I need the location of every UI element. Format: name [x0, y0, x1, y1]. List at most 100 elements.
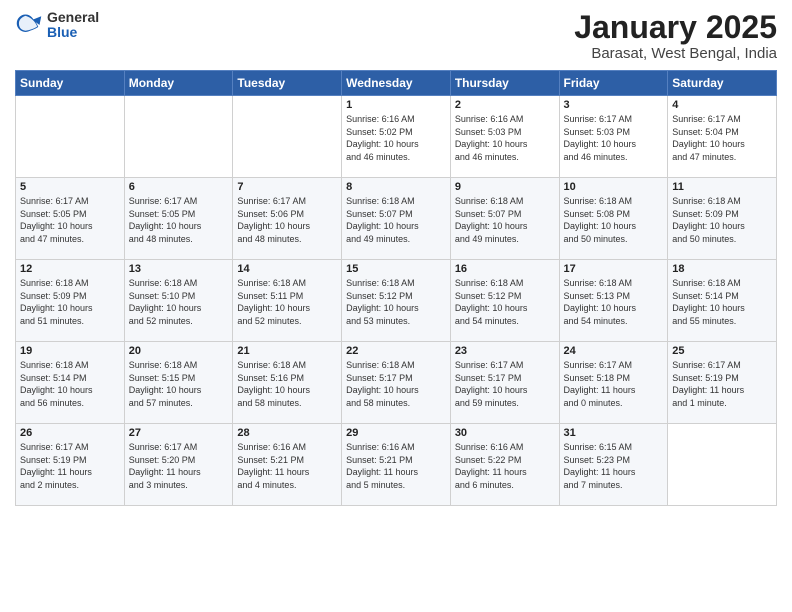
calendar-cell: [233, 96, 342, 178]
day-number: 1: [346, 99, 446, 111]
day-number: 17: [564, 263, 664, 275]
day-number: 15: [346, 263, 446, 275]
weekday-header: Thursday: [450, 71, 559, 96]
day-info: Sunrise: 6:18 AMSunset: 5:09 PMDaylight:…: [20, 277, 120, 327]
calendar-week-row: 1 Sunrise: 6:16 AMSunset: 5:02 PMDaylight…: [16, 96, 777, 178]
day-number: 14: [237, 263, 337, 275]
day-info: Sunrise: 6:18 AMSunset: 5:14 PMDaylight:…: [672, 277, 772, 327]
calendar-cell: 19 Sunrise: 6:18 AMSunset: 5:14 PMDayligh…: [16, 342, 125, 424]
day-info: Sunrise: 6:17 AMSunset: 5:04 PMDaylight:…: [672, 113, 772, 163]
day-info: Sunrise: 6:16 AMSunset: 5:21 PMDaylight:…: [346, 441, 446, 491]
day-number: 9: [455, 181, 555, 193]
day-info: Sunrise: 6:18 AMSunset: 5:10 PMDaylight:…: [129, 277, 229, 327]
day-number: 8: [346, 181, 446, 193]
calendar-cell: 23Sunrise: 6:17 AMSunset: 5:17 PMDayligh…: [450, 342, 559, 424]
calendar-cell: 17 Sunrise: 6:18 AMSunset: 5:13 PMDayligh…: [559, 260, 668, 342]
day-info: Sunrise: 6:18 AMSunset: 5:07 PMDaylight:…: [346, 195, 446, 245]
weekday-header: Tuesday: [233, 71, 342, 96]
day-info: Sunrise: 6:18 AMSunset: 5:15 PMDaylight:…: [129, 359, 229, 409]
day-number: 23: [455, 345, 555, 357]
calendar-cell: 14 Sunrise: 6:18 AMSunset: 5:11 PMDayligh…: [233, 260, 342, 342]
day-number: 31: [564, 427, 664, 439]
day-number: 16: [455, 263, 555, 275]
day-info: Sunrise: 6:16 AMSunset: 5:22 PMDaylight:…: [455, 441, 555, 491]
day-info: Sunrise: 6:18 AMSunset: 5:11 PMDaylight:…: [237, 277, 337, 327]
calendar-cell: 21 Sunrise: 6:18 AMSunset: 5:16 PMDayligh…: [233, 342, 342, 424]
calendar-cell: 25 Sunrise: 6:17 AMSunset: 5:19 PMDayligh…: [668, 342, 777, 424]
calendar-table: SundayMondayTuesdayWednesdayThursdayFrid…: [15, 70, 777, 506]
day-info: Sunrise: 6:16 AMSunset: 5:03 PMDaylight:…: [455, 113, 555, 163]
day-info: Sunrise: 6:18 AMSunset: 5:08 PMDaylight:…: [564, 195, 664, 245]
day-number: 22: [346, 345, 446, 357]
weekday-header: Sunday: [16, 71, 125, 96]
calendar-cell: 6Sunrise: 6:17 AMSunset: 5:05 PMDaylight…: [124, 178, 233, 260]
day-info: Sunrise: 6:18 AMSunset: 5:16 PMDaylight:…: [237, 359, 337, 409]
day-number: 13: [129, 263, 229, 275]
day-info: Sunrise: 6:17 AMSunset: 5:03 PMDaylight:…: [564, 113, 664, 163]
day-number: 6: [129, 181, 229, 193]
calendar-cell: 31 Sunrise: 6:15 AMSunset: 5:23 PMDayligh…: [559, 424, 668, 506]
day-number: 27: [129, 427, 229, 439]
calendar-cell: 18 Sunrise: 6:18 AMSunset: 5:14 PMDayligh…: [668, 260, 777, 342]
day-info: Sunrise: 6:16 AMSunset: 5:02 PMDaylight:…: [346, 113, 446, 163]
weekday-header: Saturday: [668, 71, 777, 96]
day-number: 29: [346, 427, 446, 439]
calendar-cell: [16, 96, 125, 178]
day-number: 25: [672, 345, 772, 357]
header: General Blue January 2025 Barasat, West …: [15, 10, 777, 62]
calendar-week-row: 5Sunrise: 6:17 AMSunset: 5:05 PMDaylight…: [16, 178, 777, 260]
logo-icon: [15, 11, 43, 39]
day-number: 28: [237, 427, 337, 439]
calendar-cell: 16 Sunrise: 6:18 AMSunset: 5:12 PMDayligh…: [450, 260, 559, 342]
day-info: Sunrise: 6:17 AMSunset: 5:18 PMDaylight:…: [564, 359, 664, 409]
calendar-cell: 29 Sunrise: 6:16 AMSunset: 5:21 PMDayligh…: [342, 424, 451, 506]
calendar-cell: [124, 96, 233, 178]
day-info: Sunrise: 6:18 AMSunset: 5:12 PMDaylight:…: [346, 277, 446, 327]
day-info: Sunrise: 6:15 AMSunset: 5:23 PMDaylight:…: [564, 441, 664, 491]
day-info: Sunrise: 6:18 AMSunset: 5:14 PMDaylight:…: [20, 359, 120, 409]
calendar-cell: 5Sunrise: 6:17 AMSunset: 5:05 PMDaylight…: [16, 178, 125, 260]
day-info: Sunrise: 6:18 AMSunset: 5:13 PMDaylight:…: [564, 277, 664, 327]
day-number: 3: [564, 99, 664, 111]
weekday-header: Monday: [124, 71, 233, 96]
day-info: Sunrise: 6:17 AMSunset: 5:19 PMDaylight:…: [672, 359, 772, 409]
day-number: 18: [672, 263, 772, 275]
month-title: January 2025: [574, 10, 777, 45]
calendar-cell: 4 Sunrise: 6:17 AMSunset: 5:04 PMDaylight…: [668, 96, 777, 178]
day-number: 10: [564, 181, 664, 193]
calendar-cell: 27Sunrise: 6:17 AMSunset: 5:20 PMDayligh…: [124, 424, 233, 506]
calendar-cell: [668, 424, 777, 506]
weekday-header-row: SundayMondayTuesdayWednesdayThursdayFrid…: [16, 71, 777, 96]
calendar-cell: 24Sunrise: 6:17 AMSunset: 5:18 PMDayligh…: [559, 342, 668, 424]
calendar-week-row: 26Sunrise: 6:17 AMSunset: 5:19 PMDayligh…: [16, 424, 777, 506]
calendar-cell: 22Sunrise: 6:18 AMSunset: 5:17 PMDayligh…: [342, 342, 451, 424]
calendar-week-row: 12 Sunrise: 6:18 AMSunset: 5:09 PMDayligh…: [16, 260, 777, 342]
day-number: 21: [237, 345, 337, 357]
calendar-cell: 20 Sunrise: 6:18 AMSunset: 5:15 PMDayligh…: [124, 342, 233, 424]
page: General Blue January 2025 Barasat, West …: [0, 0, 792, 612]
calendar-week-row: 19 Sunrise: 6:18 AMSunset: 5:14 PMDayligh…: [16, 342, 777, 424]
day-number: 26: [20, 427, 120, 439]
day-info: Sunrise: 6:18 AMSunset: 5:07 PMDaylight:…: [455, 195, 555, 245]
calendar-cell: 30 Sunrise: 6:16 AMSunset: 5:22 PMDayligh…: [450, 424, 559, 506]
calendar-cell: 15 Sunrise: 6:18 AMSunset: 5:12 PMDayligh…: [342, 260, 451, 342]
day-number: 20: [129, 345, 229, 357]
calendar-cell: 9 Sunrise: 6:18 AMSunset: 5:07 PMDaylight…: [450, 178, 559, 260]
day-info: Sunrise: 6:17 AMSunset: 5:06 PMDaylight:…: [237, 195, 337, 245]
calendar-cell: 26Sunrise: 6:17 AMSunset: 5:19 PMDayligh…: [16, 424, 125, 506]
logo: General Blue: [15, 10, 99, 41]
calendar-cell: 10 Sunrise: 6:18 AMSunset: 5:08 PMDayligh…: [559, 178, 668, 260]
calendar-cell: 7Sunrise: 6:17 AMSunset: 5:06 PMDaylight…: [233, 178, 342, 260]
day-number: 19: [20, 345, 120, 357]
day-info: Sunrise: 6:16 AMSunset: 5:21 PMDaylight:…: [237, 441, 337, 491]
weekday-header: Friday: [559, 71, 668, 96]
day-info: Sunrise: 6:18 AMSunset: 5:09 PMDaylight:…: [672, 195, 772, 245]
day-info: Sunrise: 6:18 AMSunset: 5:12 PMDaylight:…: [455, 277, 555, 327]
day-number: 5: [20, 181, 120, 193]
day-number: 4: [672, 99, 772, 111]
day-number: 30: [455, 427, 555, 439]
logo-general: General: [47, 9, 99, 25]
day-number: 12: [20, 263, 120, 275]
logo-blue: Blue: [47, 24, 77, 40]
calendar-cell: 13 Sunrise: 6:18 AMSunset: 5:10 PMDayligh…: [124, 260, 233, 342]
